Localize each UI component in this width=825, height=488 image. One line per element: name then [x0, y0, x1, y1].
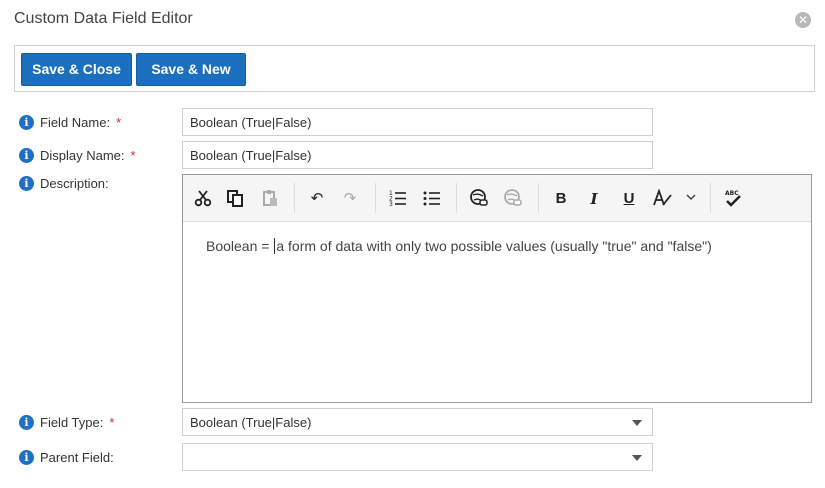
underline-icon[interactable]: U — [619, 189, 639, 209]
spellcheck-icon[interactable]: ABC — [723, 189, 743, 209]
save-close-button[interactable]: Save & Close — [21, 53, 132, 86]
font-style-icon[interactable] — [653, 188, 673, 209]
field-type-label: Field Type: — [40, 414, 104, 430]
italic-icon[interactable]: I — [584, 189, 604, 209]
field-type-select[interactable]: Boolean (True|False) — [182, 408, 653, 436]
unlink-icon[interactable] — [503, 189, 523, 209]
info-icon[interactable]: i — [19, 175, 34, 191]
field-name-label-row: i Field Name: * — [19, 113, 121, 131]
save-new-button[interactable]: Save & New — [136, 53, 246, 86]
description-text-rest: a form of data with only two possible va… — [276, 238, 712, 254]
undo-icon[interactable]: ↶ — [307, 189, 327, 209]
dialog-title: Custom Data Field Editor — [14, 10, 193, 27]
bold-icon[interactable]: B — [551, 189, 571, 209]
description-rich-text-editor: ↶ ↷ 123 B I U ABC Boolean = a form of da… — [182, 174, 812, 403]
numbered-list-icon[interactable]: 123 — [388, 189, 408, 209]
redo-icon[interactable]: ↷ — [340, 189, 360, 209]
parent-field-label-row: i Parent Field: — [19, 448, 114, 466]
close-icon[interactable]: ✕ — [795, 12, 811, 28]
info-icon[interactable]: i — [19, 147, 34, 163]
spellcheck-label: ABC — [725, 190, 739, 197]
display-name-label-row: i Display Name: * — [19, 146, 136, 164]
svg-text:3: 3 — [389, 201, 393, 207]
copy-icon[interactable] — [225, 189, 245, 209]
display-name-label: Display Name: — [40, 147, 125, 163]
field-type-selected-value: Boolean (True|False) — [190, 415, 312, 430]
info-icon[interactable]: i — [19, 449, 34, 465]
required-mark: * — [130, 147, 136, 163]
chevron-down-icon[interactable] — [681, 189, 701, 209]
action-toolbar: Save & Close Save & New — [14, 45, 815, 92]
paste-icon[interactable] — [260, 189, 280, 209]
dropdown-arrow-icon[interactable] — [632, 455, 642, 461]
editor-toolbar: ↶ ↷ 123 B I U ABC — [183, 175, 811, 222]
field-name-label: Field Name: — [40, 114, 111, 130]
required-mark: * — [116, 114, 122, 130]
description-label-row: i Description: — [19, 174, 109, 192]
parent-field-select[interactable] — [182, 443, 653, 471]
display-name-input[interactable]: Boolean (True|False) — [182, 141, 653, 169]
description-label: Description: — [40, 175, 109, 191]
description-text-start: Boolean = — [206, 238, 274, 254]
description-editor-content[interactable]: Boolean = a form of data with only two p… — [183, 222, 811, 270]
parent-field-label: Parent Field: — [40, 449, 114, 465]
field-name-input[interactable]: Boolean (True|False) — [182, 108, 653, 136]
bullet-list-icon[interactable] — [422, 189, 442, 209]
custom-data-field-editor-dialog: Custom Data Field Editor ✕ Save & Close … — [0, 0, 825, 488]
required-mark: * — [109, 414, 115, 430]
info-icon[interactable]: i — [19, 114, 34, 130]
cut-icon[interactable] — [193, 189, 213, 209]
field-type-label-row: i Field Type: * — [19, 413, 114, 431]
dropdown-arrow-icon[interactable] — [632, 420, 642, 426]
info-icon[interactable]: i — [19, 414, 34, 430]
link-icon[interactable] — [469, 189, 489, 209]
